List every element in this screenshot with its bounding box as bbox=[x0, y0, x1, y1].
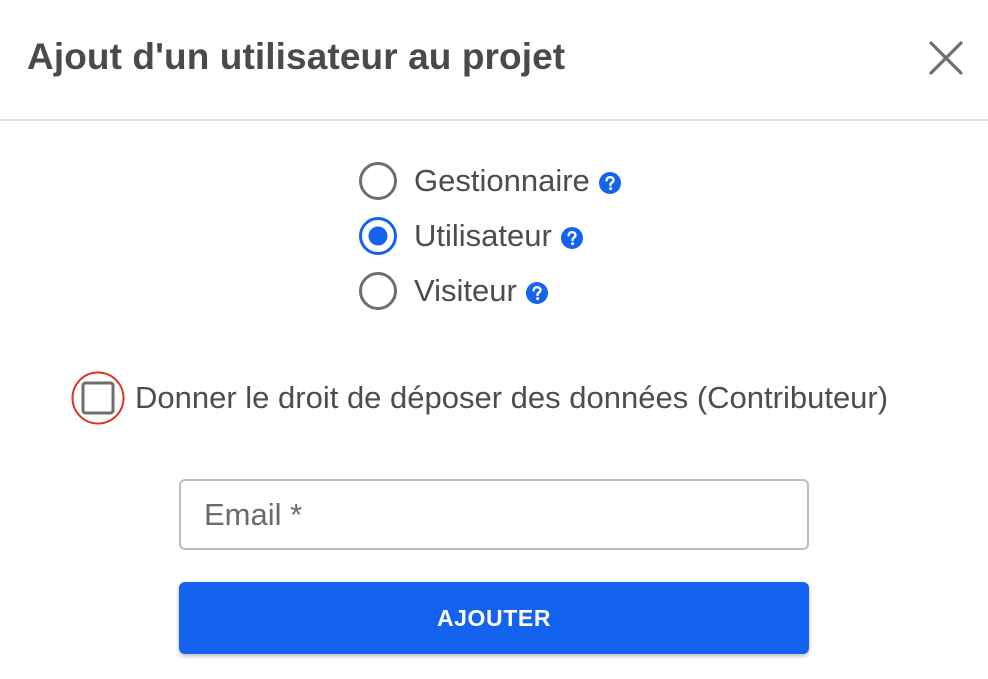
contributor-label: Donner le droit de déposer des données (… bbox=[135, 380, 889, 415]
email-input[interactable] bbox=[181, 481, 807, 548]
radio-button-utilisateur[interactable] bbox=[359, 217, 397, 255]
add-button[interactable]: AJOUTER bbox=[179, 582, 809, 654]
dialog-title: Ajout d'un utilisateur au projet bbox=[27, 36, 566, 77]
email-field[interactable] bbox=[179, 479, 809, 550]
contributor-option: Donner le droit de déposer des données (… bbox=[71, 368, 888, 428]
radio-label-utilisateur: Utilisateur bbox=[414, 218, 552, 253]
contributor-checkbox[interactable] bbox=[71, 371, 125, 425]
radio-label-visiteur: Visiteur bbox=[414, 273, 517, 308]
radio-button-visiteur[interactable] bbox=[359, 272, 397, 310]
radio-option-utilisateur[interactable]: Utilisateur bbox=[359, 214, 583, 258]
radio-button-gestionnaire[interactable] bbox=[359, 162, 397, 200]
radio-option-visiteur[interactable]: Visiteur bbox=[359, 269, 548, 313]
close-icon bbox=[929, 41, 963, 75]
close-button[interactable] bbox=[928, 40, 964, 76]
radio-label-gestionnaire: Gestionnaire bbox=[414, 163, 590, 198]
dialog-header: Ajout d'un utilisateur au projet bbox=[0, 0, 988, 121]
add-user-dialog: Ajout d'un utilisateur au projet Gestion… bbox=[0, 0, 988, 679]
radio-option-gestionnaire[interactable]: Gestionnaire bbox=[359, 159, 621, 203]
question-circle-icon[interactable] bbox=[525, 282, 548, 304]
question-circle-icon[interactable] bbox=[598, 172, 621, 194]
question-circle-icon[interactable] bbox=[560, 227, 583, 249]
